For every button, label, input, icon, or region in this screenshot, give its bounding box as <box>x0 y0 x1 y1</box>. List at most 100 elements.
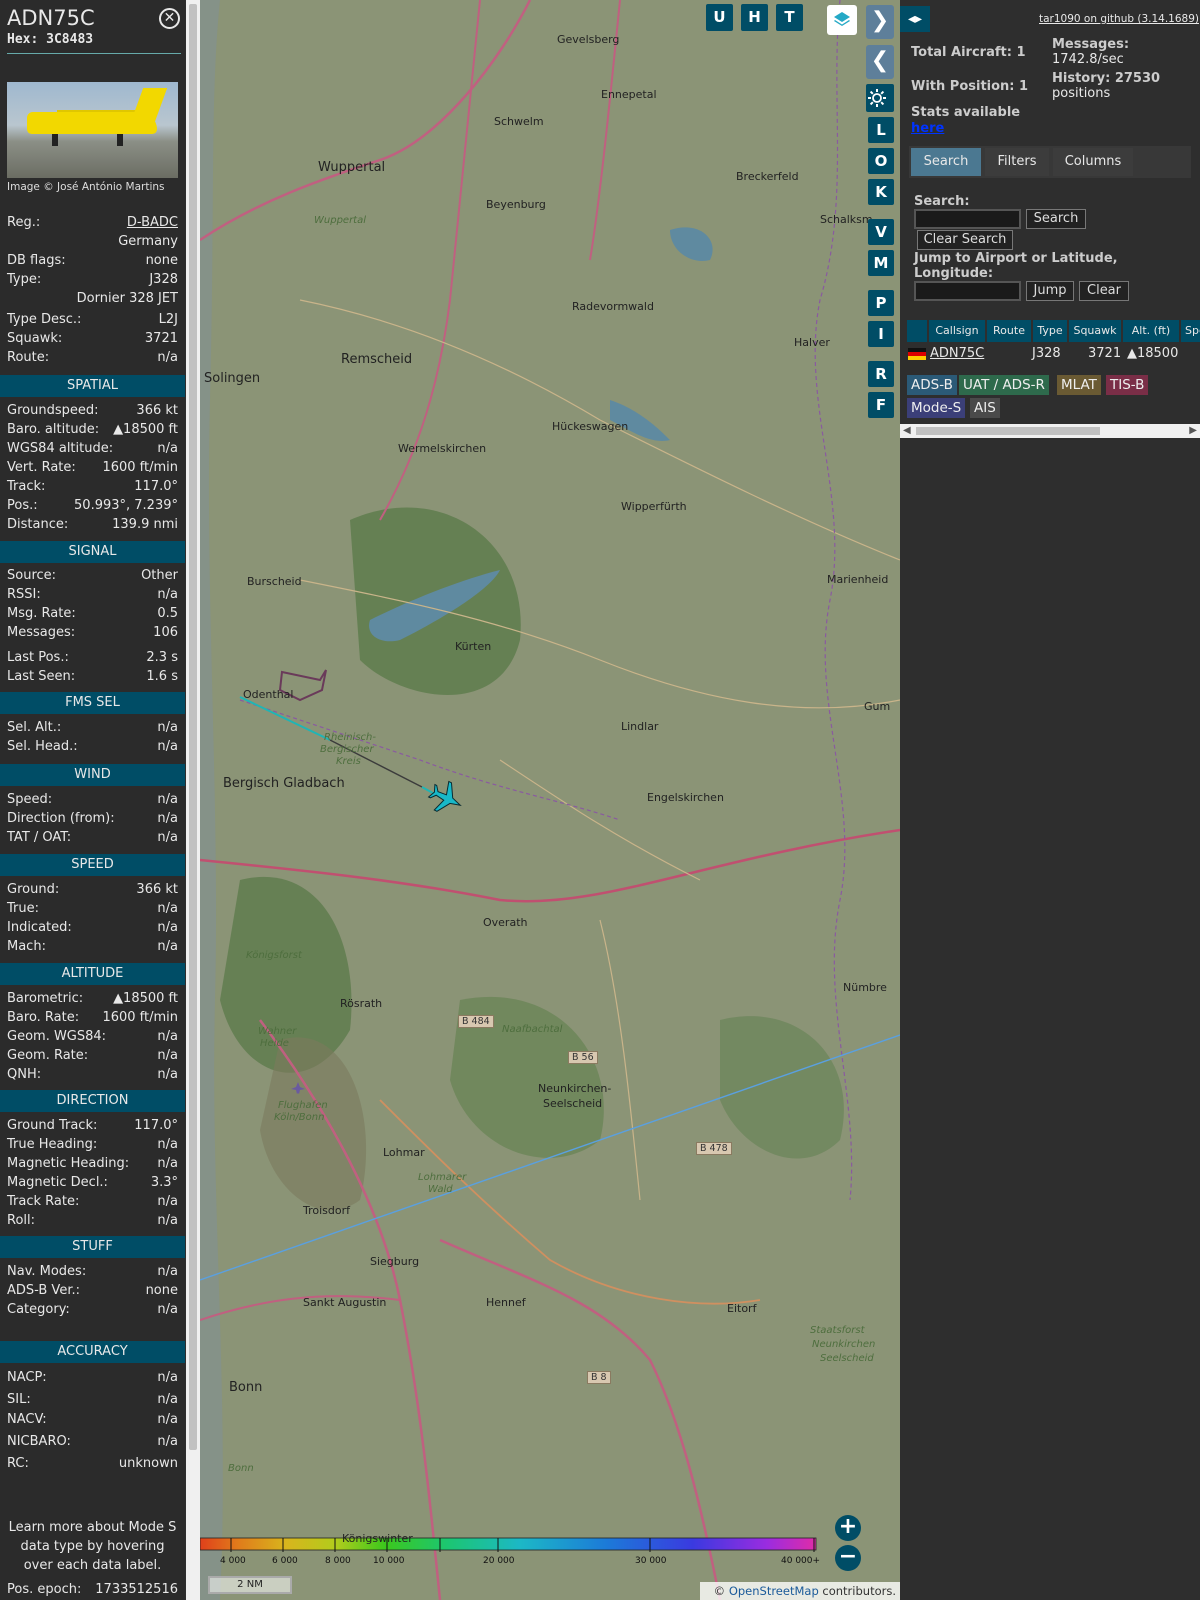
chevron-right-icon[interactable]: ❯ <box>866 5 894 39</box>
badge-mlat[interactable]: MLAT <box>1057 375 1101 395</box>
section-header-spatial[interactable]: SPATIAL <box>0 375 185 397</box>
gear-icon[interactable] <box>866 84 894 112</box>
map-button-m[interactable]: M <box>868 250 894 276</box>
info-row-key[interactable]: Messages: <box>7 625 75 640</box>
info-row-key[interactable]: Baro. Rate: <box>7 1010 79 1025</box>
chevron-left-icon[interactable]: ❮ <box>866 45 894 79</box>
info-row-key[interactable]: NACP: <box>7 1370 47 1385</box>
info-row-key[interactable]: WGS84 altitude: <box>7 441 113 456</box>
search-button[interactable]: Search <box>1026 209 1086 229</box>
info-row-key[interactable]: Baro. altitude: <box>7 422 99 437</box>
zoom-in-button[interactable]: + <box>835 1515 861 1541</box>
map-button-p[interactable]: P <box>868 290 894 316</box>
info-row-key[interactable]: SIL: <box>7 1392 31 1407</box>
info-row-key[interactable]: Magnetic Decl.: <box>7 1175 108 1190</box>
info-row-key[interactable]: Ground: <box>7 882 59 897</box>
zoom-out-button[interactable]: − <box>835 1545 861 1571</box>
section-header-direction[interactable]: DIRECTION <box>0 1090 185 1112</box>
col-callsign[interactable]: Callsign <box>929 320 985 342</box>
info-row-key[interactable]: Geom. Rate: <box>7 1048 88 1063</box>
map-button-k[interactable]: K <box>868 179 894 205</box>
close-icon[interactable]: ✕ <box>159 8 180 29</box>
map-button-i[interactable]: I <box>868 321 894 347</box>
col-route[interactable]: Route <box>987 320 1031 342</box>
map-button-u[interactable]: U <box>706 4 733 31</box>
tab-filters[interactable]: Filters <box>985 148 1049 176</box>
map-button-h[interactable]: H <box>741 4 768 31</box>
info-row-key[interactable]: Pos.: <box>7 498 38 513</box>
info-panel-scrollbar[interactable] <box>186 0 200 1600</box>
info-row-key[interactable]: Sel. Head.: <box>7 739 78 754</box>
expand-arrows-icon[interactable]: ◂▸ <box>900 6 930 32</box>
badge-tis-b[interactable]: TIS-B <box>1106 375 1149 395</box>
badge-mode-s[interactable]: Mode-S <box>907 398 966 418</box>
info-row-value[interactable]: D-BADC <box>127 215 178 230</box>
scroll-right-icon[interactable]: ▶ <box>1189 424 1197 438</box>
clear-button[interactable]: Clear <box>1079 281 1129 301</box>
info-row-key[interactable]: Vert. Rate: <box>7 460 76 475</box>
info-row-key[interactable]: Roll: <box>7 1213 35 1228</box>
info-row-key[interactable]: Magnetic Heading: <box>7 1156 129 1171</box>
badge-ais[interactable]: AIS <box>970 398 1000 418</box>
section-header-fms-sel[interactable]: FMS SEL <box>0 692 185 714</box>
info-row-key[interactable]: Last Seen: <box>7 669 75 684</box>
jump-button[interactable]: Jump <box>1026 281 1074 301</box>
info-row-key[interactable]: Track Rate: <box>7 1194 79 1209</box>
row-callsign[interactable]: ADN75C <box>930 345 984 363</box>
info-row-key[interactable]: Source: <box>7 568 56 583</box>
info-row-key[interactable]: True: <box>7 901 39 916</box>
badge-uat-ads-r[interactable]: UAT / ADS-R <box>959 375 1049 395</box>
info-row-key[interactable]: Barometric: <box>7 991 83 1006</box>
tab-search[interactable]: Search <box>911 148 981 176</box>
col-altitude[interactable]: Alt. (ft) <box>1123 320 1179 342</box>
search-input[interactable] <box>914 209 1021 229</box>
info-row-key[interactable]: RSSI: <box>7 587 41 602</box>
badge-ads-b[interactable]: ADS-B <box>907 375 957 395</box>
scroll-left-icon[interactable]: ◀ <box>903 424 911 438</box>
info-row-key[interactable]: Indicated: <box>7 920 72 935</box>
col-type[interactable]: Type <box>1033 320 1067 342</box>
section-header-wind[interactable]: WIND <box>0 764 185 786</box>
jump-input[interactable] <box>914 281 1021 301</box>
info-row-key[interactable]: Sel. Alt.: <box>7 720 61 735</box>
info-row-key[interactable]: Ground Track: <box>7 1118 97 1133</box>
map-button-v[interactable]: V <box>868 219 894 245</box>
info-row-key[interactable]: True Heading: <box>7 1137 97 1152</box>
section-header-altitude[interactable]: ALTITUDE <box>0 963 185 985</box>
map-button-r[interactable]: R <box>868 361 894 387</box>
col-speed[interactable]: Spd <box>1181 320 1200 342</box>
clear-search-button[interactable]: Clear Search <box>917 230 1013 250</box>
osm-link[interactable]: OpenStreetMap <box>729 1584 819 1598</box>
map[interactable]: Gevelsberg Ennepetal Schwelm Wuppertal Beyen… <box>200 0 900 1600</box>
section-header-speed[interactable]: SPEED <box>0 854 185 876</box>
info-row-key[interactable]: NACV: <box>7 1412 47 1427</box>
layers-button[interactable] <box>827 5 857 35</box>
info-row-key[interactable]: Geom. WGS84: <box>7 1029 106 1044</box>
info-row-key[interactable]: Msg. Rate: <box>7 606 76 621</box>
info-row-key[interactable]: RC: <box>7 1456 29 1471</box>
section-header-accuracy[interactable]: ACCURACY <box>0 1341 185 1363</box>
map-button-f[interactable]: F <box>868 392 894 418</box>
info-row-key[interactable]: Groundspeed: <box>7 403 98 418</box>
github-link[interactable]: tar1090 on github (3.14.1689) <box>1039 13 1199 25</box>
map-button-o[interactable]: O <box>868 148 894 174</box>
info-row-key[interactable]: QNH: <box>7 1067 41 1082</box>
info-row-key[interactable]: Direction (from): <box>7 811 115 826</box>
tab-columns[interactable]: Columns <box>1053 148 1133 176</box>
table-horizontal-scrollbar[interactable]: ◀ ▶ <box>900 424 1200 438</box>
info-row-key[interactable]: Nav. Modes: <box>7 1264 86 1279</box>
info-row-key[interactable]: NICBARO: <box>7 1434 71 1449</box>
aircraft-photo[interactable] <box>7 82 178 178</box>
info-row-key[interactable]: Category: <box>7 1302 70 1317</box>
map-button-t[interactable]: T <box>776 4 803 31</box>
col-squawk[interactable]: Squawk <box>1069 320 1121 342</box>
stats-link[interactable]: here <box>911 121 944 136</box>
info-row-key[interactable]: TAT / OAT: <box>7 830 71 845</box>
col-flag[interactable] <box>907 320 927 342</box>
section-header-signal[interactable]: SIGNAL <box>0 541 185 563</box>
info-row-key[interactable]: Mach: <box>7 939 46 954</box>
info-row-key[interactable]: Distance: <box>7 517 68 532</box>
info-row-key[interactable]: ADS-B Ver.: <box>7 1283 80 1298</box>
section-header-stuff[interactable]: STUFF <box>0 1236 185 1258</box>
info-row-key[interactable]: Last Pos.: <box>7 650 69 665</box>
